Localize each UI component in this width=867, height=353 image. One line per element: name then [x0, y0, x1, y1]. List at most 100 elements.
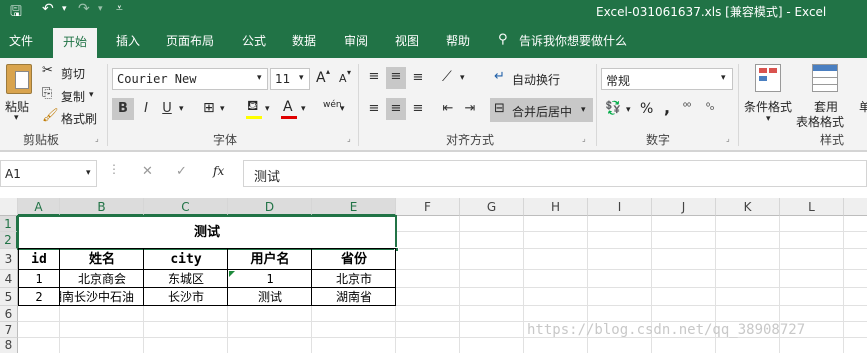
shrink-font-button[interactable]: A [339, 72, 347, 85]
number-launcher-icon[interactable]: ⌟ [726, 134, 730, 143]
fill-color-dropdown-icon[interactable]: ▾ [265, 104, 270, 114]
font-name-dropdown[interactable]: Courier New ▾ [112, 68, 268, 90]
column-header-j[interactable]: J [652, 198, 716, 216]
table-cell[interactable]: 东城区 [144, 270, 228, 288]
table-cell[interactable]: 1 [228, 270, 312, 288]
redo-dropdown-icon[interactable]: ▾ [98, 4, 103, 14]
align-left-icon[interactable]: ≡ [364, 98, 384, 120]
borders-icon[interactable]: ⊞ [203, 100, 215, 116]
increase-indent-icon[interactable]: ⇥ [460, 98, 480, 120]
scissors-icon[interactable]: ✂ [42, 63, 53, 78]
cancel-icon[interactable]: ✕ [142, 164, 153, 179]
table-cell[interactable]: 北京市 [312, 270, 396, 288]
clipboard-launcher-icon[interactable]: ⌟ [95, 134, 99, 143]
tab-help[interactable]: 帮助 [446, 32, 470, 49]
column-header-h[interactable]: H [524, 198, 588, 216]
column-header-l[interactable]: L [780, 198, 844, 216]
table-cell[interactable]: 2 [18, 288, 60, 306]
phonetic-button[interactable]: wén [323, 100, 342, 110]
underline-button[interactable]: U [158, 98, 176, 120]
increase-decimal-icon[interactable]: ⁰⁰ [683, 102, 691, 113]
underline-dropdown-icon[interactable]: ▾ [179, 104, 184, 114]
tab-insert[interactable]: 插入 [116, 32, 140, 49]
font-color-dropdown-icon[interactable]: ▾ [301, 104, 306, 114]
row-header-8[interactable]: 8 [0, 338, 18, 353]
align-top-icon[interactable]: ≡ [364, 67, 384, 89]
grow-font-button[interactable]: A [316, 70, 326, 86]
header-cell-city[interactable]: city [144, 249, 228, 270]
font-color-icon[interactable]: A [283, 99, 293, 115]
italic-button[interactable]: I [137, 98, 155, 120]
cell-styles-button[interactable]: 单 [859, 98, 867, 115]
header-cell-name[interactable]: 姓名 [60, 249, 144, 270]
insert-function-button[interactable]: fx [213, 164, 224, 178]
conditional-dropdown-icon[interactable]: ▾ [766, 114, 771, 124]
tab-file[interactable]: 文件 [9, 32, 33, 49]
conditional-format-button[interactable]: 条件格式 [744, 98, 792, 115]
bold-button[interactable]: B [112, 98, 134, 120]
row-header-3[interactable]: 3 [0, 249, 18, 270]
enter-icon[interactable]: ✓ [176, 164, 187, 179]
tab-view[interactable]: 视图 [395, 32, 419, 49]
formula-input[interactable]: 测试 [243, 160, 867, 187]
currency-icon[interactable]: 💱 [605, 101, 621, 116]
row-header-5[interactable]: 5 [0, 288, 18, 306]
copy-icon[interactable]: ⎘ [42, 86, 52, 101]
tab-home[interactable]: 开始 [53, 28, 98, 58]
comma-button[interactable]: , [664, 98, 670, 117]
row-header-7[interactable]: 7 [0, 322, 18, 338]
column-header-c[interactable]: C [144, 198, 228, 216]
alignment-launcher-icon[interactable]: ⌟ [582, 134, 586, 143]
copy-button[interactable]: 复制 [61, 88, 85, 105]
orientation-dropdown-icon[interactable]: ▾ [460, 73, 465, 83]
font-launcher-icon[interactable]: ⌟ [347, 134, 351, 143]
conditional-format-icon[interactable] [755, 64, 781, 92]
column-header-k[interactable]: K [716, 198, 780, 216]
font-size-dropdown[interactable]: 11 ▾ [270, 68, 310, 90]
column-header-g[interactable]: G [460, 198, 524, 216]
merge-center-button[interactable]: ⊟ 合并后居中 ▾ [490, 98, 593, 122]
select-all-corner[interactable] [0, 198, 18, 216]
customize-toolbar-icon[interactable]: ⩡ [116, 1, 123, 16]
redo-icon[interactable]: ↷ [78, 1, 90, 17]
column-header-d[interactable]: D [228, 198, 312, 216]
currency-dropdown-icon[interactable]: ▾ [626, 105, 631, 115]
fill-color-icon[interactable]: ⛾ [247, 98, 258, 116]
column-header-m[interactable] [844, 198, 867, 216]
row-header-1[interactable]: 1 [0, 216, 18, 232]
align-right-icon[interactable]: ≡ [408, 98, 428, 120]
undo-icon[interactable]: ↶ [42, 1, 54, 17]
wrap-text-icon[interactable]: ↵ [494, 69, 505, 84]
paste-dropdown-icon[interactable]: ▾ [14, 113, 19, 123]
error-indicator-icon[interactable] [229, 271, 235, 277]
column-header-f[interactable]: F [396, 198, 460, 216]
name-box[interactable]: A1 ▾ [0, 160, 97, 187]
table-format-icon[interactable] [812, 64, 838, 92]
cut-button[interactable]: 剪切 [61, 65, 85, 82]
header-cell-username[interactable]: 用户名 [228, 249, 312, 270]
table-cell[interactable]: 1 [18, 270, 60, 288]
format-painter-button[interactable]: 格式刷 [61, 110, 97, 127]
tab-formulas[interactable]: 公式 [242, 32, 266, 49]
undo-dropdown-icon[interactable]: ▾ [62, 4, 67, 14]
column-header-e[interactable]: E [312, 198, 396, 216]
row-header-4[interactable]: 4 [0, 270, 18, 288]
table-cell[interactable]: 湖南长沙中石油 [60, 288, 144, 306]
tab-review[interactable]: 审阅 [344, 32, 368, 49]
table-cell[interactable]: 北京商会 [60, 270, 144, 288]
paste-icon[interactable] [6, 64, 32, 94]
number-format-dropdown[interactable]: 常规 ▾ [601, 68, 733, 90]
align-middle-icon[interactable]: ≡ [386, 67, 406, 89]
tell-me-box[interactable]: 告诉我你想要做什么 [519, 32, 627, 49]
phonetic-dropdown-icon[interactable]: ▾ [340, 104, 345, 114]
tab-data[interactable]: 数据 [292, 32, 316, 49]
wrap-text-button[interactable]: 自动换行 [512, 71, 560, 88]
orientation-icon[interactable]: ⟋ [442, 69, 452, 85]
tab-page-layout[interactable]: 页面布局 [166, 32, 214, 49]
table-cell[interactable]: 长沙市 [144, 288, 228, 306]
spreadsheet-grid[interactable]: A B C D E F G H I J K L 1 2 3 4 5 6 7 8 … [0, 198, 867, 353]
decrease-decimal-icon[interactable]: ⁰₀ [706, 102, 714, 113]
column-header-b[interactable]: B [60, 198, 144, 216]
header-cell-province[interactable]: 省份 [312, 249, 396, 270]
copy-dropdown-icon[interactable]: ▾ [89, 90, 94, 100]
